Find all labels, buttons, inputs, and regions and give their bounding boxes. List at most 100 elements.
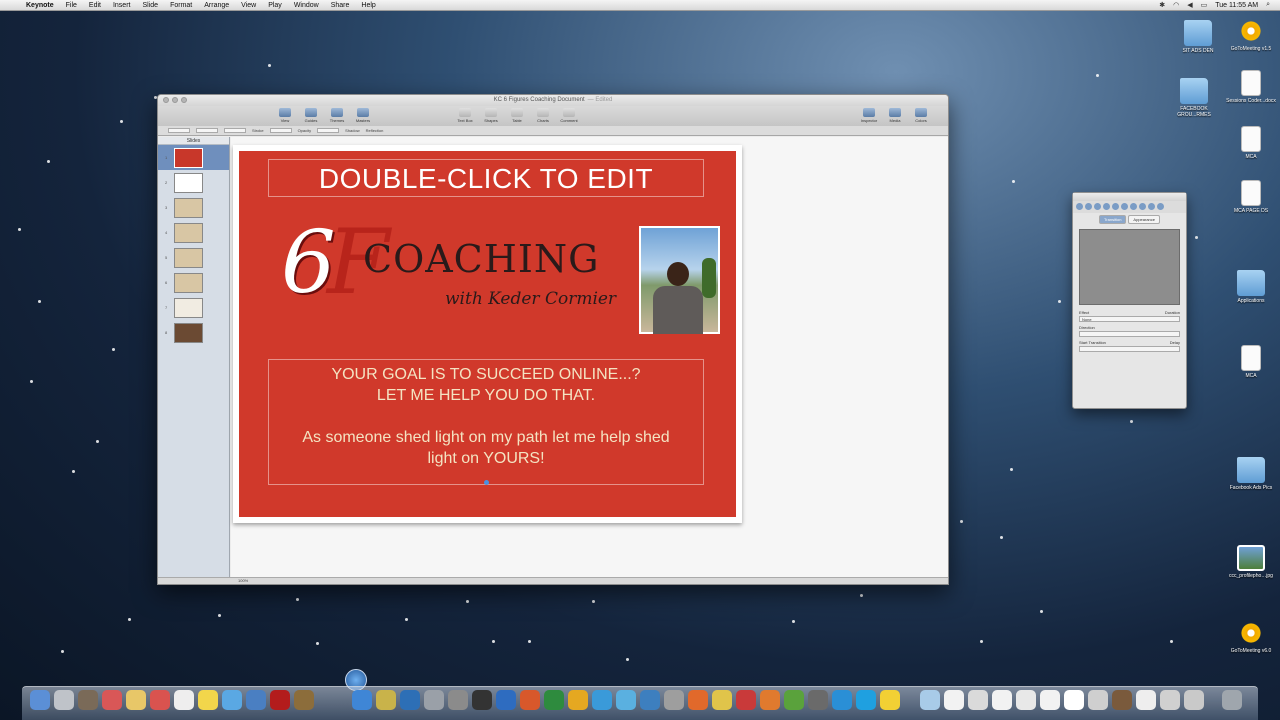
slide-thumb-8[interactable]: 8 — [158, 320, 229, 345]
powerpoint-icon[interactable] — [520, 690, 540, 710]
desktop-icon-facebook-ads[interactable]: Facebook Ads Pics — [1223, 457, 1279, 491]
chart-inspector-icon[interactable] — [1139, 203, 1146, 210]
shapes-button[interactable]: Shapes — [480, 108, 502, 123]
text-inspector-icon[interactable] — [1103, 203, 1110, 210]
tab-appearance[interactable]: Appearance — [1128, 215, 1160, 224]
desktop-icon-mca[interactable]: MCA — [1223, 126, 1279, 160]
adium-icon[interactable] — [880, 690, 900, 710]
menu-edit[interactable]: Edit — [83, 0, 107, 11]
selection-handle[interactable] — [484, 480, 489, 485]
start-transition-select[interactable] — [1079, 346, 1180, 352]
menu-arrange[interactable]: Arrange — [198, 0, 235, 11]
skype-icon[interactable] — [856, 690, 876, 710]
charts-button[interactable]: Charts — [532, 108, 554, 123]
safari-icon[interactable] — [352, 690, 372, 710]
reflection-label[interactable]: Reflection — [366, 128, 384, 133]
coaching-logo[interactable]: 6 F COACHING with Keder Cormier — [281, 213, 621, 323]
chrome-icon[interactable] — [712, 690, 732, 710]
dock-document-3-icon[interactable] — [992, 690, 1012, 710]
network-icon[interactable] — [640, 690, 660, 710]
table-button[interactable]: Table — [506, 108, 528, 123]
menu-format[interactable]: Format — [164, 0, 198, 11]
launchpad-icon[interactable] — [54, 690, 74, 710]
opacity-field[interactable] — [317, 128, 340, 133]
quicktime-inspector-icon[interactable] — [1157, 203, 1164, 210]
text-box-button[interactable]: Text Box — [454, 108, 476, 123]
dropbox-icon[interactable] — [832, 690, 852, 710]
effect-select[interactable]: None — [1079, 316, 1180, 322]
notes-icon[interactable] — [126, 690, 146, 710]
colors-button[interactable]: Colors — [910, 108, 932, 123]
font-family-field[interactable] — [168, 128, 190, 133]
font-size-field[interactable] — [196, 128, 218, 133]
slide-inspector-icon[interactable] — [1085, 203, 1092, 210]
menu-clock[interactable]: Tue 11:55 AM — [1215, 2, 1258, 9]
zoom-button[interactable] — [181, 97, 187, 103]
close-button[interactable] — [163, 97, 169, 103]
firefox-icon[interactable] — [688, 690, 708, 710]
guides-button[interactable]: Guides — [300, 108, 322, 123]
dock-document-2-icon[interactable] — [968, 690, 988, 710]
menu-play[interactable]: Play — [262, 0, 288, 11]
trash-icon[interactable] — [1222, 690, 1242, 710]
dock-photo-stack-icon[interactable] — [1112, 690, 1132, 710]
desktop-icon-profile-photo[interactable]: ccc_profilepho…jpg — [1223, 545, 1279, 579]
outlook-icon[interactable] — [568, 690, 588, 710]
desktop-icon-applications[interactable]: Applications — [1223, 270, 1279, 304]
shadow-label[interactable]: Shadow — [345, 128, 359, 133]
facetime-icon[interactable] — [246, 690, 266, 710]
quicktime-icon[interactable] — [400, 690, 420, 710]
slide-thumb-7[interactable]: 7 — [158, 295, 229, 320]
menu-help[interactable]: Help — [355, 0, 381, 11]
wifi-icon[interactable]: ◠ — [1173, 1, 1179, 9]
desktop-icon-gotomeeting-2[interactable]: GoToMeeting v6.0 — [1223, 620, 1279, 654]
metrics-inspector-icon[interactable] — [1121, 203, 1128, 210]
stickies-icon[interactable] — [198, 690, 218, 710]
iphoto-icon[interactable] — [294, 690, 314, 710]
dock-document-7-icon[interactable] — [1088, 690, 1108, 710]
hyperlink-inspector-icon[interactable] — [1148, 203, 1155, 210]
ical-icon[interactable] — [150, 690, 170, 710]
spotlight-icon[interactable]: ⌕ — [1266, 1, 1270, 9]
dock-document-5-icon[interactable] — [1040, 690, 1060, 710]
slide-thumb-3[interactable]: 3 — [158, 195, 229, 220]
desktop-icon-mca-page[interactable]: MCA PAGE DS — [1223, 180, 1279, 214]
slide-title-placeholder[interactable]: DOUBLE-CLICK TO EDIT — [268, 159, 704, 197]
calendar-icon[interactable] — [102, 690, 122, 710]
zoom-level[interactable]: 100% — [238, 578, 248, 583]
menu-share[interactable]: Share — [325, 0, 356, 11]
desktop-icon-mca-2[interactable]: MCA — [1223, 345, 1279, 379]
excel-icon[interactable] — [544, 690, 564, 710]
dock-document-9-icon[interactable] — [1160, 690, 1180, 710]
slide-thumb-2[interactable]: 2 — [158, 170, 229, 195]
direction-select[interactable] — [1079, 331, 1180, 337]
volume-icon[interactable]: ◀ — [1187, 1, 1192, 9]
bluetooth-icon[interactable]: ✱ — [1159, 1, 1165, 9]
textedit-icon[interactable] — [174, 690, 194, 710]
desktop-icon-gotomeeting[interactable]: GoToMeeting v1.5 — [1223, 18, 1279, 52]
finder-icon[interactable] — [30, 690, 50, 710]
utorrent-icon[interactable] — [784, 690, 804, 710]
dock-document-6-icon[interactable] — [1064, 690, 1084, 710]
inspector-titlebar[interactable] — [1073, 193, 1186, 201]
filezilla-icon[interactable] — [736, 690, 756, 710]
imovie-icon[interactable] — [376, 690, 396, 710]
desktop-icon-facebook-group[interactable]: FACEBOOK GROU...RMES — [1166, 78, 1222, 118]
stroke-field[interactable] — [269, 128, 292, 133]
desktop-icon-sit-ads[interactable]: SIT ADS DEN — [1170, 20, 1226, 54]
dock-document-1-icon[interactable] — [944, 690, 964, 710]
menu-view[interactable]: View — [235, 0, 262, 11]
themes-button[interactable]: Themes — [326, 108, 348, 123]
menu-insert[interactable]: Insert — [107, 0, 137, 11]
preview-icon[interactable] — [424, 690, 444, 710]
table-inspector-icon[interactable] — [1130, 203, 1137, 210]
dock-document-8-icon[interactable] — [1136, 690, 1156, 710]
profile-photo[interactable] — [639, 226, 720, 334]
view-button[interactable]: View — [274, 108, 296, 123]
build-inspector-icon[interactable] — [1094, 203, 1101, 210]
comment-button[interactable]: Comment — [558, 108, 580, 123]
graphic-inspector-icon[interactable] — [1112, 203, 1119, 210]
keynote-dock-icon[interactable] — [270, 690, 290, 710]
dock-document-4-icon[interactable] — [1016, 690, 1036, 710]
menu-app-name[interactable]: Keynote — [20, 0, 60, 11]
